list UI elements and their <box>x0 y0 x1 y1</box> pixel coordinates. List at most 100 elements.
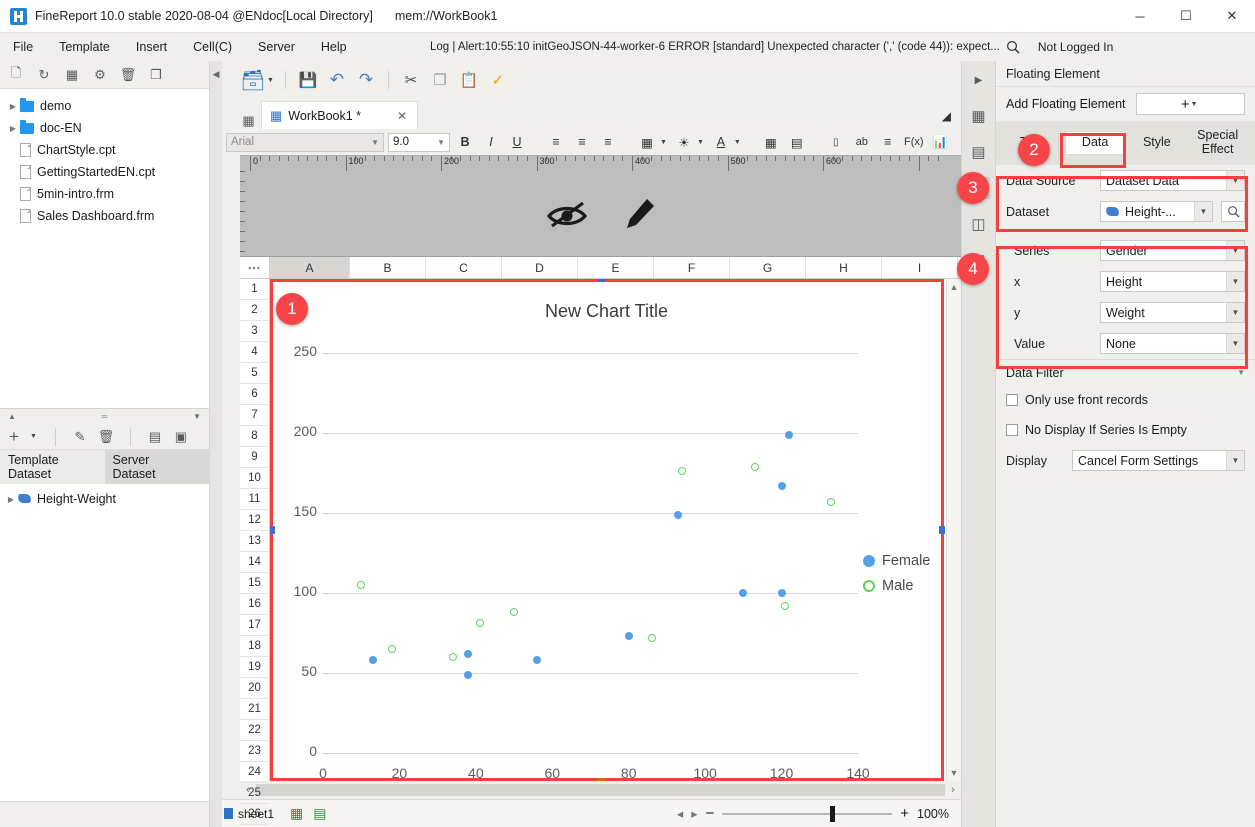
zoom-out-button[interactable]: − <box>705 805 714 822</box>
copy-icon[interactable]: ❐ <box>148 67 164 83</box>
collapse-up-icon[interactable]: ▲ <box>8 412 16 421</box>
data-point-female[interactable] <box>777 481 786 490</box>
chevron-down-icon[interactable]: ▼ <box>697 139 704 146</box>
tree-item-sales-dashboard[interactable]: Sales Dashboard.frm <box>0 205 209 227</box>
column-header-e[interactable]: E <box>578 257 654 278</box>
tab-options-icon[interactable]: ◢ <box>942 109 951 123</box>
close-icon[interactable]: ✕ <box>397 109 407 123</box>
chevron-down-icon[interactable]: ▼ <box>1237 368 1245 377</box>
chevron-right-icon[interactable]: ▶ <box>6 102 20 111</box>
add-floating-element-button[interactable]: + ▼ <box>1135 93 1245 115</box>
menu-insert[interactable]: Insert <box>123 33 180 61</box>
next-sheet-icon[interactable]: ▸ <box>691 806 697 821</box>
chevron-down-icon[interactable]: ▼ <box>267 77 274 84</box>
eye-slash-icon[interactable] <box>545 197 589 231</box>
y-select[interactable]: Weight ▼ <box>1100 302 1245 323</box>
expand-strip-icon[interactable]: ▶ <box>968 69 990 91</box>
data-point-female[interactable] <box>368 656 377 665</box>
row-header-6[interactable]: 6 <box>240 384 269 405</box>
add-report-icon[interactable]: ▤ <box>313 805 326 822</box>
column-header-b[interactable]: B <box>350 257 426 278</box>
resize-handle-top[interactable] <box>598 279 606 282</box>
data-point-female[interactable] <box>674 510 683 519</box>
drag-handle-icon[interactable]: ═ <box>102 412 108 421</box>
settings-icon[interactable]: ⚙ <box>92 67 108 83</box>
column-header-f[interactable]: F <box>654 257 730 278</box>
insert-chart-icon[interactable]: 📊 <box>929 132 951 153</box>
copy-icon[interactable]: ❐ <box>427 67 453 93</box>
minimize-button[interactable]: ─ <box>1117 0 1163 33</box>
data-point-male[interactable] <box>475 619 484 628</box>
row-header-23[interactable]: 23 <box>240 741 269 762</box>
format-brush-icon[interactable]: ✓ <box>485 67 511 93</box>
hyperlink-icon[interactable]: ▯ <box>825 132 847 153</box>
zoom-slider[interactable] <box>722 805 893 822</box>
horizontal-scrollbar[interactable]: ‹ › <box>240 781 961 799</box>
row-header-24[interactable]: 24 <box>240 762 269 783</box>
align-right-icon[interactable]: ≡ <box>597 132 619 153</box>
formula-icon[interactable]: F(x) <box>903 132 925 153</box>
scroll-right-icon[interactable]: › <box>945 784 961 796</box>
login-status[interactable]: Not Logged In <box>1038 40 1113 54</box>
chart-legend[interactable]: Female Male <box>863 553 930 603</box>
row-header-13[interactable]: 13 <box>240 531 269 552</box>
font-family-select[interactable]: Arial ▼ <box>226 132 384 152</box>
tree-item-gettingstarted[interactable]: GettingStartedEN.cpt <box>0 161 209 183</box>
row-header-4[interactable]: 4 <box>240 342 269 363</box>
column-header-a[interactable]: A <box>270 257 350 278</box>
column-header-c[interactable]: C <box>426 257 502 278</box>
chevron-down-icon[interactable]: ▼ <box>1226 451 1244 470</box>
data-point-male[interactable] <box>827 497 836 506</box>
row-header-26[interactable]: 26 <box>240 804 269 825</box>
font-size-select[interactable]: 9.0 ▼ <box>388 132 450 152</box>
italic-button[interactable]: I <box>480 132 502 153</box>
resize-handle-bottom[interactable] <box>598 778 606 781</box>
data-point-male[interactable] <box>448 653 457 661</box>
fill-color-icon[interactable]: ☀ <box>673 132 695 153</box>
row-header-7[interactable]: 7 <box>240 405 269 426</box>
cell-element-icon[interactable]: ▤ <box>968 141 990 163</box>
workbook-tab[interactable]: ▦ WorkBook1 * ✕ <box>261 101 419 129</box>
panel-splitter[interactable]: ▲ ═ ▼ <box>0 408 209 424</box>
tree-item-5min-intro[interactable]: 5min-intro.frm <box>0 183 209 205</box>
menu-server[interactable]: Server <box>245 33 308 61</box>
tree-item-doc-en[interactable]: ▶ doc-EN <box>0 117 209 139</box>
data-point-female[interactable] <box>777 589 786 597</box>
paste-icon[interactable]: 📋 <box>456 67 482 93</box>
data-source-select[interactable]: Dataset Data ▼ <box>1100 170 1245 191</box>
row-header-20[interactable]: 20 <box>240 678 269 699</box>
cell-attribute-icon[interactable]: ▦ <box>968 105 990 127</box>
tab-template-dataset[interactable]: Template Dataset <box>0 450 105 484</box>
preview-icon[interactable]: ▤ <box>147 429 163 445</box>
row-header-15[interactable]: 15 <box>240 573 269 594</box>
chevron-down-icon[interactable]: ▼ <box>1191 101 1198 108</box>
grid-area[interactable]: New Chart Title 0 50 100 150 200 250 0 20 40 60 80… <box>270 279 946 781</box>
left-collapse-strip[interactable]: ◀ <box>210 61 222 827</box>
value-select[interactable]: None ▼ <box>1100 333 1245 354</box>
only-front-records-checkbox[interactable] <box>1006 394 1018 406</box>
series-select[interactable]: Gender ▼ <box>1100 240 1245 261</box>
edit-dataset-icon[interactable]: ▣ <box>173 429 189 445</box>
select-all-corner[interactable]: ▪▪▪ <box>240 257 270 278</box>
display-select[interactable]: Cancel Form Settings ▼ <box>1072 450 1245 471</box>
column-header-h[interactable]: H <box>806 257 882 278</box>
add-icon[interactable]: + <box>6 427 22 446</box>
underline-button[interactable]: U <box>506 132 528 153</box>
scroll-down-icon[interactable]: ▼ <box>950 768 959 778</box>
row-header-1[interactable]: 1 <box>240 279 269 300</box>
chevron-down-icon[interactable]: ▼ <box>1226 303 1244 322</box>
data-point-male[interactable] <box>510 608 519 617</box>
row-header-9[interactable]: 9 <box>240 447 269 468</box>
pencil-icon[interactable] <box>623 196 657 232</box>
chevron-down-icon[interactable]: ▼ <box>734 139 741 146</box>
chart-container[interactable]: New Chart Title 0 50 100 150 200 250 0 20 40 60 80… <box>273 281 940 781</box>
data-point-female[interactable] <box>464 649 473 658</box>
row-header-5[interactable]: 5 <box>240 363 269 384</box>
report-icon[interactable]: ▦ <box>64 67 80 83</box>
data-point-female[interactable] <box>739 589 748 597</box>
data-point-male[interactable] <box>781 601 790 610</box>
data-point-male[interactable] <box>357 581 366 589</box>
cell-style-icon[interactable]: ▤ <box>786 132 808 153</box>
menu-file[interactable]: File <box>0 33 46 61</box>
zoom-in-button[interactable]: + <box>900 805 909 822</box>
